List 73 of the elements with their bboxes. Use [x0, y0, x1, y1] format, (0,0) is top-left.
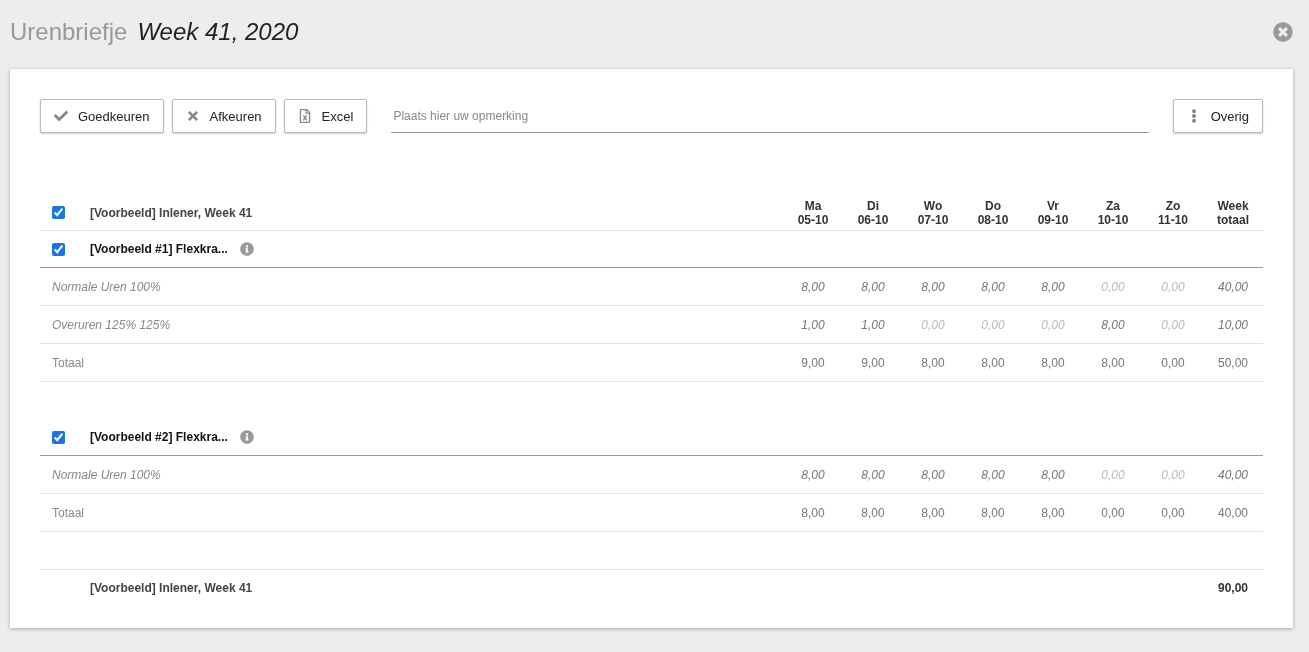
hours-cell-text: 0,00: [1160, 467, 1186, 482]
page-subtitle: Week 41, 2020: [137, 17, 300, 46]
hours-cell-text: 0,00: [1160, 355, 1186, 370]
hours-cell-text: 8,00: [800, 505, 826, 520]
approve-button[interactable]: Goedkeuren: [40, 99, 164, 133]
hours-cell-text: 40,00: [1217, 467, 1249, 482]
excel-button[interactable]: Excel: [283, 99, 368, 133]
column-header: Za 10-10: [1096, 198, 1130, 227]
close-icon[interactable]: [1273, 21, 1293, 42]
hours-cell-text: 0,00: [1160, 279, 1186, 294]
row-label: Normale Uren 100%: [51, 279, 162, 294]
hours-cell-text: 8,00: [1040, 355, 1066, 370]
hours-cell-text: 1,00: [800, 317, 826, 332]
hours-cell-text: 8,00: [920, 505, 946, 520]
hours-cell-text: 8,00: [1040, 467, 1066, 482]
hours-cell-text: 8,00: [1040, 279, 1066, 294]
hours-cell-text: 40,00: [1217, 279, 1249, 294]
row-label: Normale Uren 100%: [51, 467, 162, 482]
hours-cell-text: 0,00: [980, 317, 1006, 332]
worker-checkbox[interactable]: [52, 430, 65, 444]
more-button[interactable]: Overig: [1172, 99, 1263, 133]
row-label: Overuren 125% 125%: [51, 317, 172, 332]
reject-button[interactable]: Afkeuren: [171, 99, 276, 133]
hours-cell-text: 8,00: [920, 355, 946, 370]
worker-name: [Voorbeeld #2] Flexkra...: [90, 430, 228, 444]
page-title: Urenbriefje: [10, 17, 128, 46]
client-name: [Voorbeeld] Inlener, Week 41: [90, 581, 254, 595]
hours-cell-text: 8,00: [860, 505, 886, 520]
worker-checkbox[interactable]: [52, 242, 65, 256]
hours-cell-text: 0,00: [1160, 317, 1186, 332]
column-header: Zo 11-10: [1157, 198, 1189, 227]
hours-cell-text: 8,00: [980, 505, 1006, 520]
hours-cell-text: 8,00: [920, 467, 946, 482]
hours-cell-text: 50,00: [1217, 355, 1249, 370]
column-header: Do 08-10: [976, 198, 1010, 227]
hours-cell-text: 8,00: [860, 467, 886, 482]
hours-cell-text: 0,00: [920, 317, 946, 332]
info-icon[interactable]: [239, 430, 254, 444]
hours-cell-text: 8,00: [800, 467, 826, 482]
column-header: Di 06-10: [856, 198, 890, 227]
file-icon: [297, 109, 312, 123]
hours-cell-text: 8,00: [800, 279, 826, 294]
hours-cell-text: 0,00: [1040, 317, 1066, 332]
hours-cell-text: 1,00: [860, 317, 886, 332]
hours-cell-text: 8,00: [980, 467, 1006, 482]
close-icon: [185, 109, 200, 123]
select-all-checkbox[interactable]: [52, 206, 65, 219]
hours-cell-text: 0,00: [1100, 467, 1126, 482]
hours-cell-text: 0,00: [1160, 505, 1186, 520]
column-header: Wo 07-10: [916, 198, 950, 227]
hours-cell-text: 8,00: [1100, 355, 1126, 370]
row-label: Totaal: [51, 505, 86, 520]
hours-cell-text: 10,00: [1217, 317, 1249, 332]
row-label: Totaal: [51, 355, 86, 370]
check-icon: [54, 109, 68, 123]
hours-cell-text: 8,00: [1040, 505, 1066, 520]
hours-cell-text: 8,00: [980, 279, 1006, 294]
hours-cell-text: 40,00: [1217, 505, 1249, 520]
column-header: Week totaal: [1216, 198, 1250, 227]
hours-cell-text: 8,00: [920, 279, 946, 294]
column-header: Vr 09-10: [1036, 198, 1070, 227]
hours-cell-text: 9,00: [860, 355, 886, 370]
client-name: [Voorbeeld] Inlener, Week 41: [90, 205, 254, 220]
hours-cell-text: 8,00: [980, 355, 1006, 370]
column-header: Ma 05-10: [796, 198, 830, 227]
hours-cell-text: 0,00: [1100, 505, 1126, 520]
hours-cell-text: 8,00: [1100, 317, 1126, 332]
info-icon[interactable]: [239, 242, 254, 256]
grand-total: 90,00: [1217, 581, 1249, 595]
worker-name: [Voorbeeld #1] Flexkra...: [90, 242, 228, 256]
hours-cell-text: 0,00: [1100, 279, 1126, 294]
hours-cell-text: 9,00: [800, 355, 826, 370]
hours-cell-text: 8,00: [860, 279, 886, 294]
